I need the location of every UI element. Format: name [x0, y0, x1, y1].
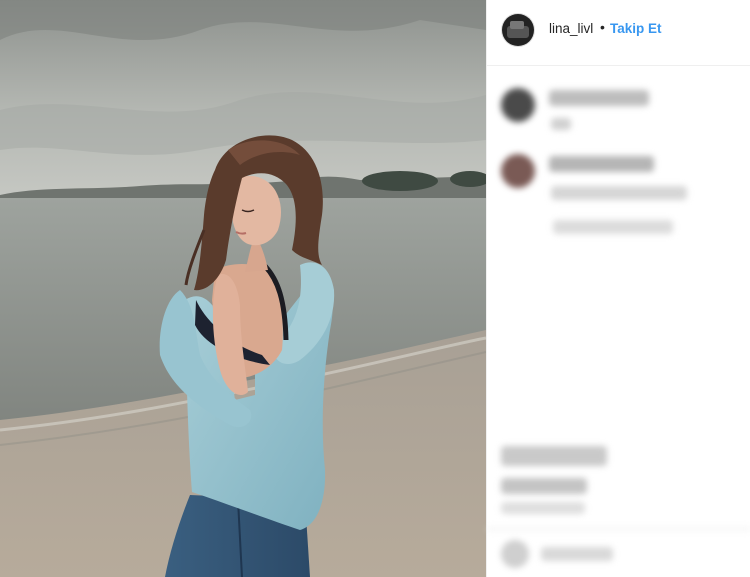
follow-button[interactable]: Takip Et — [610, 21, 662, 36]
comment-text-blurred — [551, 118, 571, 130]
timestamp-blurred — [501, 502, 585, 514]
comment-text-blurred — [549, 90, 649, 106]
comment-text-blurred — [551, 186, 687, 200]
post-side-panel: lina_livl • Takip Et — [486, 0, 750, 577]
comment-avatar[interactable] — [501, 88, 535, 122]
post-header: lina_livl • Takip Et — [487, 0, 750, 66]
action-icons-blurred[interactable] — [501, 446, 607, 466]
header-separator: • — [600, 19, 605, 35]
comment-text-blurred — [549, 156, 654, 172]
comment-input-blurred[interactable] — [541, 547, 613, 561]
comment-input-avatar — [501, 540, 529, 568]
comment-text-blurred — [553, 220, 673, 234]
username-link[interactable]: lina_livl — [549, 21, 593, 36]
likes-count-blurred — [501, 478, 587, 494]
profile-avatar-icon[interactable] — [502, 14, 534, 46]
post-photo[interactable] — [0, 0, 486, 577]
divider — [487, 528, 750, 530]
comment-avatar[interactable] — [501, 154, 535, 188]
